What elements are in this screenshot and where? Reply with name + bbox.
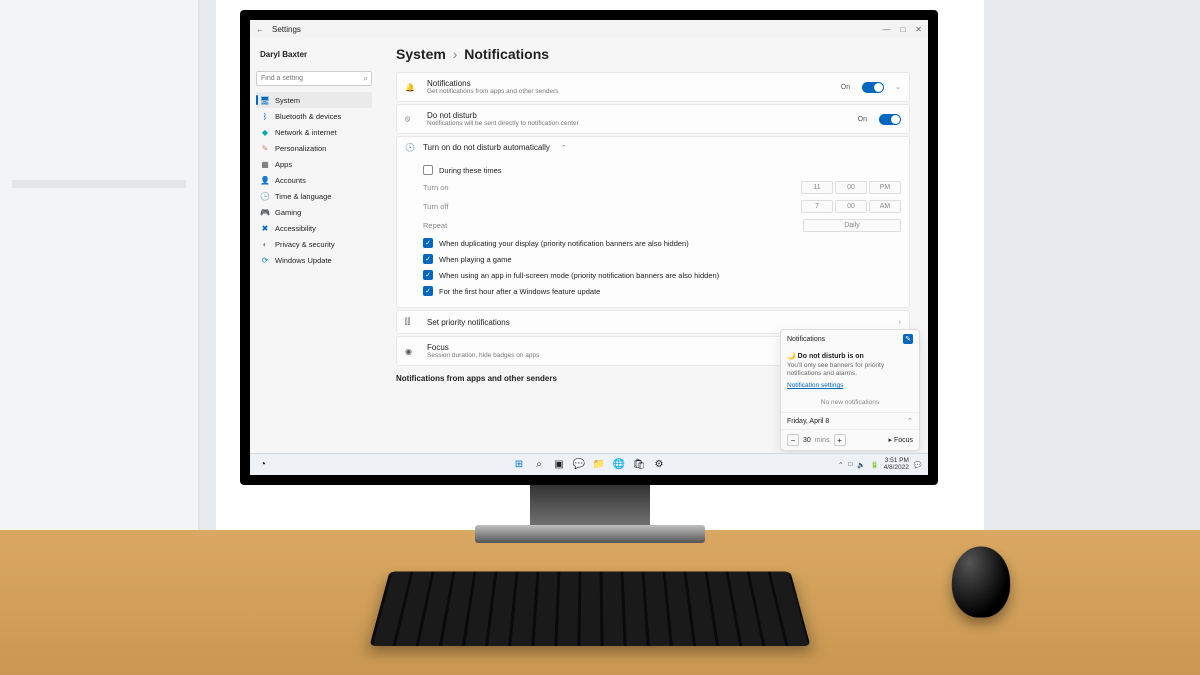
- fullscreen-checkbox[interactable]: ✓: [423, 270, 433, 280]
- breadcrumb-parent[interactable]: System: [396, 46, 446, 62]
- sidebar-item-bluetooth-devices[interactable]: ᛒBluetooth & devices: [256, 108, 372, 124]
- notifications-toggle[interactable]: [862, 82, 884, 93]
- window-title: Settings: [272, 25, 301, 34]
- dnd-toggle[interactable]: [879, 114, 901, 125]
- turnon-min[interactable]: 00: [835, 181, 867, 194]
- sidebar-item-accessibility[interactable]: ✖Accessibility: [256, 220, 372, 236]
- dup-display-checkbox[interactable]: ✓: [423, 238, 433, 248]
- notification-center: Notifications ✎ 🌙 Do not disturb is on Y…: [780, 329, 920, 451]
- clock-icon: 🕓: [405, 143, 415, 152]
- sidebar-item-personalization[interactable]: ✎Personalization: [256, 140, 372, 156]
- breadcrumb: System › Notifications: [396, 46, 910, 62]
- turnoff-ampm[interactable]: AM: [869, 200, 901, 213]
- nav-icon: ◐: [260, 239, 270, 249]
- minimize-button[interactable]: —: [882, 25, 890, 34]
- maximize-button[interactable]: □: [900, 25, 905, 34]
- tray-chevron[interactable]: ⌃: [838, 461, 843, 469]
- nav-icon: ▦: [260, 159, 270, 169]
- nav-icon: 👤: [260, 175, 270, 185]
- turnon-ampm[interactable]: PM: [869, 181, 901, 194]
- repeat-select[interactable]: Daily: [803, 219, 901, 232]
- auto-dnd-header[interactable]: 🕓 Turn on do not disturb automatically ⌃: [397, 137, 909, 158]
- chevron-up-icon[interactable]: ⌃: [907, 417, 913, 425]
- focus-minus[interactable]: −: [787, 434, 799, 446]
- search-icon: ⌕: [364, 74, 368, 84]
- sidebar: Daryl Baxter ⌕ 🖥SystemᛒBluetooth & devic…: [250, 38, 378, 453]
- back-button[interactable]: ←: [256, 25, 264, 34]
- edit-icon[interactable]: ✎: [903, 334, 913, 344]
- weather-widget[interactable]: ◔: [256, 458, 270, 472]
- sidebar-item-windows-update[interactable]: ⟳Windows Update: [256, 252, 372, 268]
- turnoff-min[interactable]: 00: [835, 200, 867, 213]
- sidebar-item-accounts[interactable]: 👤Accounts: [256, 172, 372, 188]
- mouse: [950, 546, 1011, 617]
- search-input[interactable]: [256, 71, 372, 86]
- feature-update-checkbox[interactable]: ✓: [423, 286, 433, 296]
- explorer-icon[interactable]: 📁: [592, 458, 606, 472]
- sidebar-item-apps[interactable]: ▦Apps: [256, 156, 372, 172]
- chat-icon[interactable]: 💬: [572, 458, 586, 472]
- monitor: ← Settings — □ ✕ Daryl Baxter ⌕ 🖥Systemᛒ…: [240, 10, 938, 485]
- nav-icon: 🎮: [260, 207, 270, 217]
- keyboard: [369, 572, 810, 646]
- nav-icon: ⟳: [260, 255, 270, 265]
- user-name[interactable]: Daryl Baxter: [256, 44, 372, 65]
- sidebar-item-network-internet[interactable]: ◆Network & internet: [256, 124, 372, 140]
- sidebar-item-system[interactable]: 🖥System: [256, 92, 372, 108]
- settings-icon[interactable]: ⚙: [652, 458, 666, 472]
- tray-network-icon[interactable]: □: [848, 461, 852, 468]
- search-taskbar[interactable]: ⌕: [532, 458, 546, 472]
- tray-volume-icon[interactable]: 🔈: [857, 461, 865, 469]
- edge-icon[interactable]: 🌐: [612, 458, 626, 472]
- notifications-row[interactable]: 🔔 Notifications Get notifications from a…: [396, 72, 910, 102]
- store-icon[interactable]: 🛍: [632, 458, 646, 472]
- taskbar: ◔ ⊞ ⌕ ▣ 💬 📁 🌐 🛍 ⚙ ⌃ □ 🔈 🔋 3:51 PM 4/8/20…: [250, 453, 928, 475]
- sidebar-item-gaming[interactable]: 🎮Gaming: [256, 204, 372, 220]
- nav-icon: 🖥: [260, 95, 270, 105]
- bell-icon: 🔔: [405, 83, 419, 92]
- focus-start-button[interactable]: ▸ Focus: [888, 436, 913, 444]
- dnd-icon: ⦸: [405, 114, 419, 124]
- sliders-icon: ⫿⫿: [405, 317, 419, 327]
- start-button[interactable]: ⊞: [512, 458, 526, 472]
- focus-plus[interactable]: +: [834, 434, 846, 446]
- task-view[interactable]: ▣: [552, 458, 566, 472]
- nav-icon: ✖: [260, 223, 270, 233]
- turnon-hour[interactable]: 11: [801, 181, 833, 194]
- turnoff-hour[interactable]: 7: [801, 200, 833, 213]
- dnd-row[interactable]: ⦸ Do not disturb Notifications will be s…: [396, 104, 910, 134]
- clock[interactable]: 3:51 PM 4/8/2022: [884, 458, 909, 471]
- notification-settings-link[interactable]: Notification settings: [787, 382, 913, 389]
- notification-tray-icon[interactable]: 💬: [914, 461, 922, 469]
- chevron-up-icon[interactable]: ⌃: [561, 144, 567, 152]
- nav-icon: ᛒ: [260, 111, 270, 121]
- nav-icon: ✎: [260, 143, 270, 153]
- playing-game-checkbox[interactable]: ✓: [423, 254, 433, 264]
- main-content: System › Notifications 🔔 Notifications G…: [378, 38, 928, 453]
- titlebar: ← Settings — □ ✕: [250, 20, 928, 38]
- chevron-down-icon[interactable]: ⌄: [895, 83, 901, 91]
- nav-icon: 🕒: [260, 191, 270, 201]
- sidebar-item-time-language[interactable]: 🕒Time & language: [256, 188, 372, 204]
- breadcrumb-current: Notifications: [464, 46, 549, 62]
- auto-dnd-section: 🕓 Turn on do not disturb automatically ⌃…: [396, 136, 910, 308]
- nav-icon: ◆: [260, 127, 270, 137]
- during-times-checkbox[interactable]: [423, 165, 433, 175]
- search-box[interactable]: ⌕: [256, 71, 372, 86]
- close-button[interactable]: ✕: [915, 25, 922, 34]
- focus-icon: ◉: [405, 347, 419, 356]
- chevron-right-icon: ›: [899, 319, 901, 326]
- sidebar-item-privacy-security[interactable]: ◐Privacy & security: [256, 236, 372, 252]
- tray-battery-icon[interactable]: 🔋: [871, 461, 879, 469]
